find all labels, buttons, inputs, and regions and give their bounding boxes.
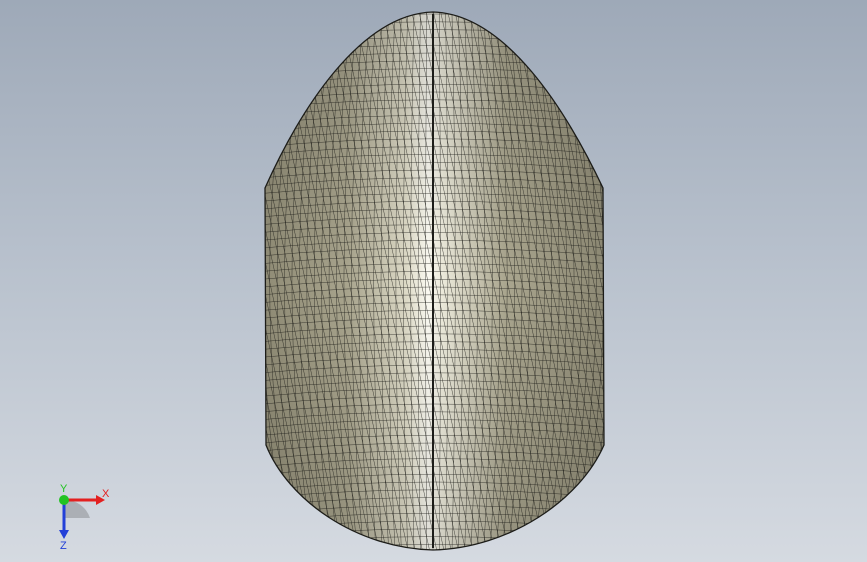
graphics-viewport[interactable]: X Y Z bbox=[0, 0, 867, 562]
z-axis-label: Z bbox=[60, 540, 67, 550]
y-axis-dot bbox=[59, 495, 69, 505]
y-axis-label: Y bbox=[60, 483, 68, 495]
meshed-model[interactable] bbox=[0, 0, 867, 562]
x-axis-label: X bbox=[102, 488, 110, 500]
reference-triad: X Y Z bbox=[59, 483, 110, 550]
